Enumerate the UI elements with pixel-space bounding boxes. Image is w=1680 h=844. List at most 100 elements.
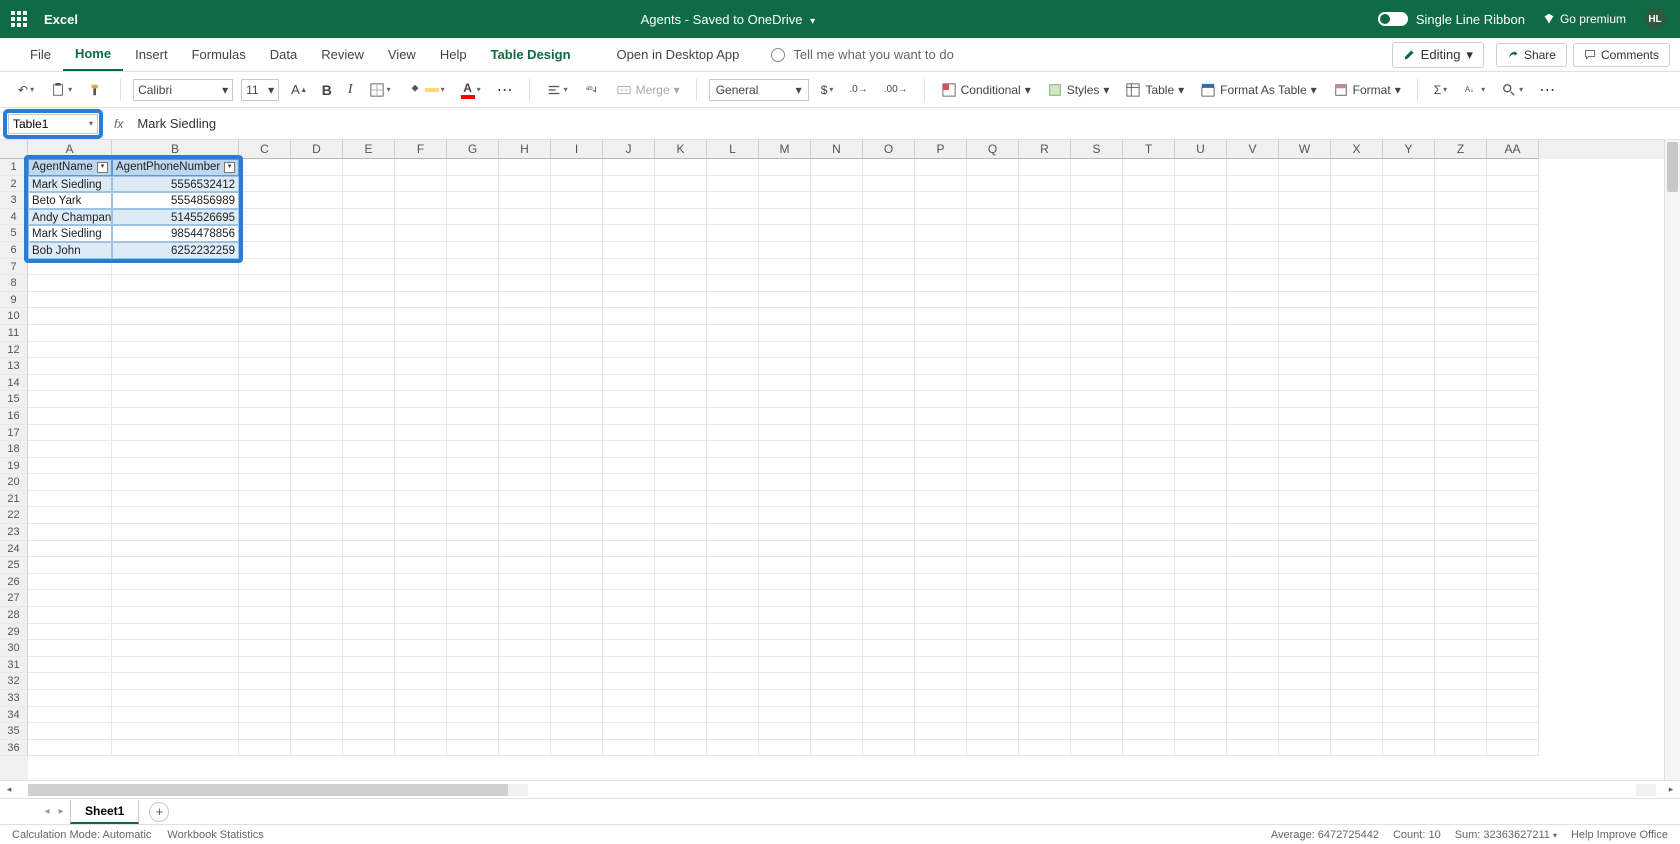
- cell[interactable]: [239, 607, 291, 624]
- cell[interactable]: [1383, 491, 1435, 508]
- cell[interactable]: [967, 607, 1019, 624]
- cell[interactable]: [1435, 657, 1487, 674]
- cell[interactable]: [811, 375, 863, 392]
- scroll-right-arrow[interactable]: ▸: [1662, 784, 1680, 795]
- cell[interactable]: [1019, 408, 1071, 425]
- cell[interactable]: [1227, 541, 1279, 558]
- cell[interactable]: [1019, 308, 1071, 325]
- app-launcher-icon[interactable]: [0, 11, 38, 27]
- cell[interactable]: [1383, 259, 1435, 276]
- cell[interactable]: [239, 491, 291, 508]
- cell[interactable]: [28, 723, 112, 740]
- cell[interactable]: [499, 209, 551, 226]
- paste-button[interactable]: ▾: [46, 80, 76, 100]
- cell[interactable]: [112, 292, 239, 309]
- align-button[interactable]: ▾: [542, 80, 572, 100]
- cell[interactable]: [1123, 458, 1175, 475]
- cell[interactable]: [28, 458, 112, 475]
- cell[interactable]: [863, 259, 915, 276]
- cell[interactable]: [1123, 441, 1175, 458]
- cell[interactable]: [967, 325, 1019, 342]
- cell[interactable]: [239, 342, 291, 359]
- cell[interactable]: AgentName▾: [28, 159, 112, 176]
- cell[interactable]: [1331, 425, 1383, 442]
- cell[interactable]: [1123, 541, 1175, 558]
- cell[interactable]: [499, 657, 551, 674]
- cell[interactable]: [112, 441, 239, 458]
- cell[interactable]: [1279, 541, 1331, 558]
- cell[interactable]: [239, 358, 291, 375]
- format-as-table-button[interactable]: Format As Table▾: [1196, 82, 1321, 98]
- cell[interactable]: [1019, 325, 1071, 342]
- cell[interactable]: [112, 690, 239, 707]
- cell[interactable]: [707, 524, 759, 541]
- cell[interactable]: [291, 425, 343, 442]
- cell[interactable]: [1435, 541, 1487, 558]
- cell[interactable]: [1123, 342, 1175, 359]
- cell[interactable]: [1019, 176, 1071, 193]
- cell[interactable]: [1019, 342, 1071, 359]
- cell[interactable]: [863, 541, 915, 558]
- cell[interactable]: [1175, 458, 1227, 475]
- cell[interactable]: [1435, 640, 1487, 657]
- cell[interactable]: [1331, 474, 1383, 491]
- cell[interactable]: [447, 657, 499, 674]
- cell[interactable]: [1279, 657, 1331, 674]
- cell[interactable]: [1227, 657, 1279, 674]
- cell[interactable]: [655, 375, 707, 392]
- cell[interactable]: [551, 375, 603, 392]
- cell[interactable]: [1435, 425, 1487, 442]
- cell[interactable]: [1227, 707, 1279, 724]
- cell[interactable]: [863, 408, 915, 425]
- cell[interactable]: [915, 474, 967, 491]
- cell[interactable]: [1071, 657, 1123, 674]
- cell[interactable]: [1227, 425, 1279, 442]
- cell[interactable]: [707, 491, 759, 508]
- cell[interactable]: [1487, 176, 1539, 193]
- cell[interactable]: [239, 707, 291, 724]
- cell[interactable]: [291, 225, 343, 242]
- cell[interactable]: [1227, 391, 1279, 408]
- cell[interactable]: [967, 640, 1019, 657]
- cell[interactable]: [603, 607, 655, 624]
- cell[interactable]: [707, 242, 759, 259]
- cell[interactable]: [1019, 242, 1071, 259]
- cell[interactable]: [1071, 507, 1123, 524]
- cell[interactable]: [1071, 425, 1123, 442]
- cell[interactable]: [1227, 308, 1279, 325]
- cell[interactable]: [863, 358, 915, 375]
- cell[interactable]: [707, 209, 759, 226]
- cell[interactable]: [291, 607, 343, 624]
- cell[interactable]: [759, 640, 811, 657]
- cell[interactable]: [1487, 707, 1539, 724]
- cell[interactable]: [343, 225, 395, 242]
- cell[interactable]: [343, 524, 395, 541]
- cell[interactable]: [1383, 507, 1435, 524]
- cell[interactable]: [759, 574, 811, 591]
- cell[interactable]: [395, 192, 447, 209]
- cell[interactable]: [707, 657, 759, 674]
- cell[interactable]: [759, 342, 811, 359]
- cell[interactable]: [239, 259, 291, 276]
- table-button[interactable]: Table▾: [1121, 82, 1188, 98]
- cell[interactable]: [28, 640, 112, 657]
- cell[interactable]: [1383, 176, 1435, 193]
- cell[interactable]: [291, 375, 343, 392]
- cell[interactable]: [1279, 491, 1331, 508]
- cell[interactable]: [1279, 408, 1331, 425]
- cell[interactable]: [28, 507, 112, 524]
- cell[interactable]: [1019, 192, 1071, 209]
- cell[interactable]: [1383, 375, 1435, 392]
- cell[interactable]: [551, 391, 603, 408]
- cell[interactable]: [1279, 342, 1331, 359]
- cell[interactable]: [112, 408, 239, 425]
- cell[interactable]: [499, 507, 551, 524]
- cell[interactable]: [395, 441, 447, 458]
- cell[interactable]: [759, 474, 811, 491]
- cell[interactable]: [1331, 159, 1383, 176]
- cell[interactable]: [291, 292, 343, 309]
- cell[interactable]: [603, 192, 655, 209]
- cell[interactable]: [395, 425, 447, 442]
- cell[interactable]: [811, 325, 863, 342]
- cell[interactable]: [967, 474, 1019, 491]
